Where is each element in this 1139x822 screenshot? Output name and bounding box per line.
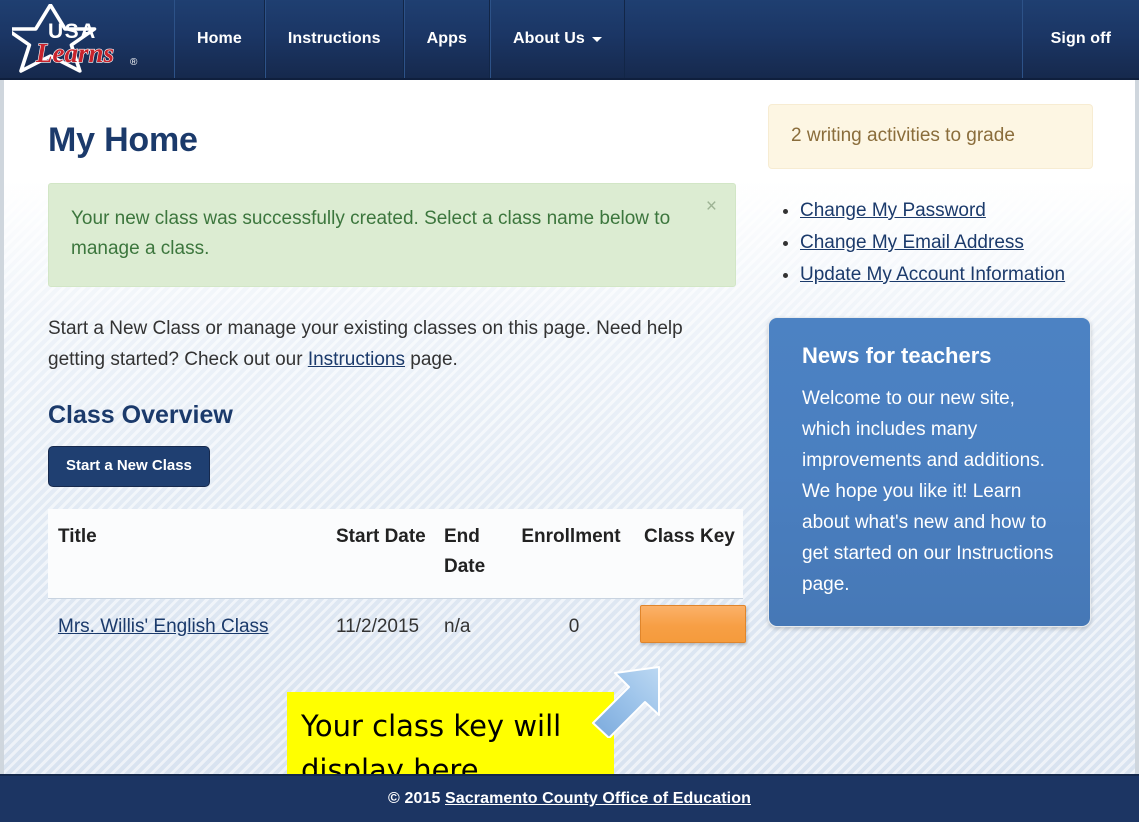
class-overview-heading: Class Overview: [48, 401, 233, 429]
nav-item-instructions-label: Instructions: [287, 30, 381, 47]
nav-item-about-us-label: About Us: [513, 30, 585, 47]
success-alert-message: Your new class was successfully created.…: [71, 208, 671, 259]
column-header-start-date: Start Date: [326, 509, 434, 599]
class-key-highlight-box[interactable]: [640, 605, 746, 643]
sign-off-button[interactable]: Sign off: [1021, 0, 1139, 78]
page-title: My Home: [48, 121, 198, 159]
column-header-end-date: End Date: [434, 509, 512, 599]
column-header-class-key: Class Key: [634, 509, 743, 599]
nav-item-instructions[interactable]: Instructions: [264, 0, 404, 78]
nav-item-home-label: Home: [197, 30, 242, 47]
change-password-link[interactable]: Change My Password: [800, 200, 986, 221]
column-header-title: Title: [48, 509, 326, 599]
nav-items: Home Instructions Apps About Us: [174, 0, 625, 78]
news-for-teachers-panel: News for teachers Welcome to our new sit…: [768, 317, 1091, 627]
sidebar-column: 2 writing activities to grade Change My …: [768, 80, 1098, 627]
svg-text:Learns: Learns: [35, 38, 114, 68]
cell-class-title: Mrs. Willis' English Class: [48, 599, 326, 658]
page-footer: © 2015 Sacramento County Office of Educa…: [0, 774, 1139, 822]
footer-copyright-text: © 2015: [388, 790, 445, 807]
account-links-list: Change My Password Change My Email Addre…: [768, 195, 1098, 290]
column-header-enrollment: Enrollment: [512, 509, 634, 599]
close-icon[interactable]: ×: [702, 195, 721, 218]
news-panel-body: Welcome to our new site, which includes …: [802, 388, 1054, 595]
list-item: Change My Password: [800, 195, 1098, 226]
table-row: Mrs. Willis' English Class 11/2/2015 n/a…: [48, 599, 746, 658]
list-item: Change My Email Address: [800, 227, 1098, 258]
intro-text-part2: page.: [404, 349, 458, 370]
intro-paragraph: Start a New Class or manage your existin…: [48, 313, 736, 375]
svg-text:®: ®: [130, 57, 138, 68]
table-header-row: Title Start Date End Date Enrollment Cla…: [48, 509, 743, 599]
cell-end-date: n/a: [444, 616, 471, 637]
success-alert: Your new class was successfully created.…: [48, 183, 736, 287]
chevron-down-icon: [591, 36, 602, 42]
instructions-link[interactable]: Instructions: [308, 349, 405, 370]
sign-off-label: Sign off: [1050, 30, 1111, 47]
footer-copyright: © 2015 Sacramento County Office of Educa…: [388, 790, 751, 808]
navbar-spacer: [625, 0, 1022, 78]
usa-learns-logo-icon: USA Learns ®: [12, 4, 162, 74]
main-column: My Home Your new class was successfully …: [48, 80, 748, 657]
nav-item-apps-label: Apps: [426, 30, 468, 47]
navbar-right: Sign off: [1021, 0, 1139, 78]
start-new-class-button[interactable]: Start a New Class: [48, 446, 210, 487]
cell-enrollment: 0: [568, 616, 580, 637]
list-item: Update My Account Information: [800, 259, 1098, 290]
change-email-link[interactable]: Change My Email Address: [800, 232, 1024, 253]
class-overview-table: Title Start Date End Date Enrollment Cla…: [48, 509, 746, 658]
annotation-callout-line-1: Your class key will: [301, 709, 562, 743]
news-panel-title: News for teachers: [802, 343, 992, 368]
cell-start-date: 11/2/2015: [336, 616, 420, 637]
top-navigation-bar: USA Learns ® Home Instructions Apps Abou…: [0, 0, 1139, 80]
nav-item-apps[interactable]: Apps: [403, 0, 491, 78]
grading-alert[interactable]: 2 writing activities to grade: [768, 104, 1093, 169]
nav-item-about-us[interactable]: About Us: [490, 0, 625, 78]
cell-class-key: [634, 599, 746, 658]
page-content: My Home Your new class was successfully …: [4, 80, 1135, 798]
brand-logo[interactable]: USA Learns ®: [0, 0, 174, 78]
update-account-link[interactable]: Update My Account Information: [800, 264, 1065, 285]
footer-org-link[interactable]: Sacramento County Office of Education: [445, 790, 751, 807]
nav-item-home[interactable]: Home: [174, 0, 265, 78]
usa-learns-page: USA Learns ® Home Instructions Apps Abou…: [0, 0, 1139, 822]
class-title-link[interactable]: Mrs. Willis' English Class: [58, 616, 269, 637]
